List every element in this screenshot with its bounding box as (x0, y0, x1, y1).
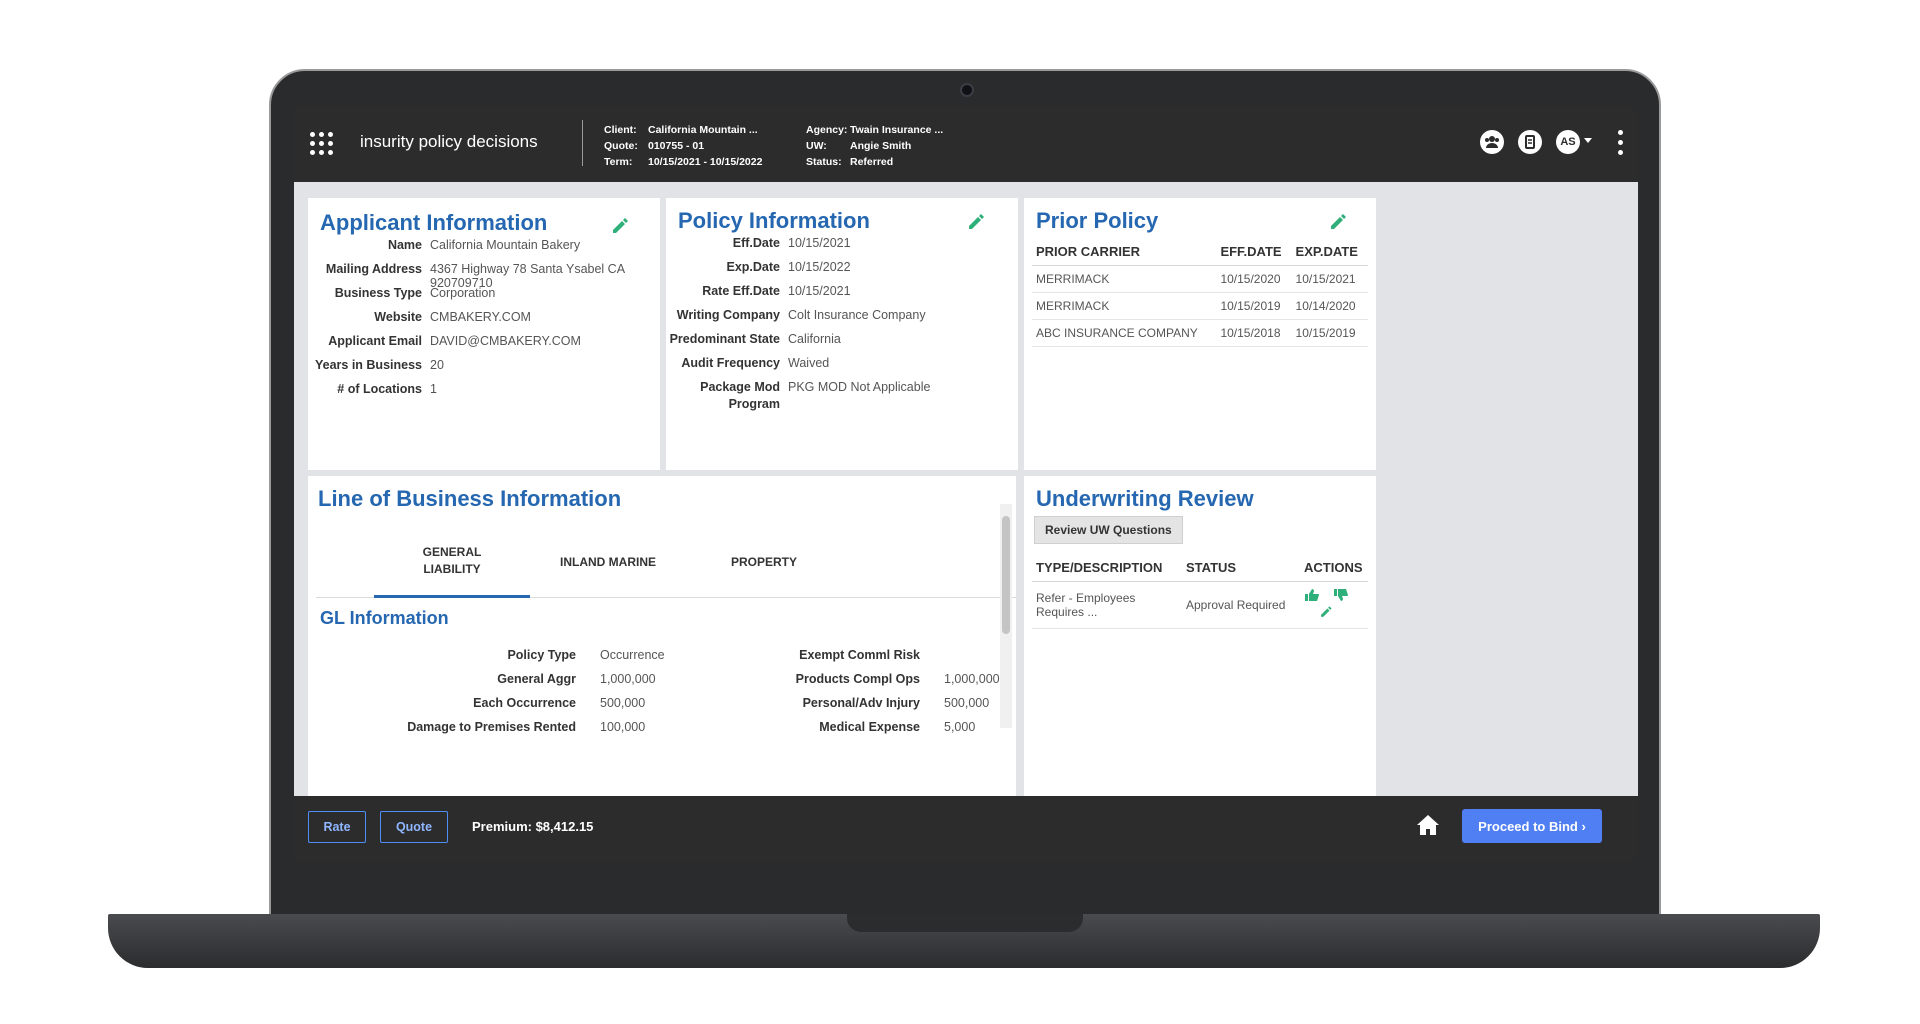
table-row[interactable]: Refer - Employees Requires ... Approval … (1032, 581, 1368, 629)
table-row[interactable]: ABC INSURANCE COMPANY 10/15/2018 10/15/2… (1032, 319, 1368, 347)
app-screen: insurity policy decisions Client: Califor… (294, 106, 1638, 862)
app-title: insurity policy decisions (360, 132, 538, 151)
camera-icon (960, 83, 974, 97)
edit-icon[interactable] (610, 216, 630, 236)
table-row[interactable]: MERRIMACK 10/15/2020 10/15/2021 (1032, 265, 1368, 293)
table-row[interactable]: MERRIMACK 10/15/2019 10/14/2020 (1032, 292, 1368, 320)
tab-property[interactable]: PROPERTY (686, 526, 842, 598)
quote-meta-right: Agency: Twain Insurance ... UW: Angie Smit… (806, 122, 943, 170)
proceed-to-bind-button[interactable]: Proceed to Bind › (1462, 809, 1602, 843)
premium-total: Premium: $8,412.15 (472, 819, 594, 834)
table-header: PRIOR CARRIER EFF.DATE EXP.DATE (1032, 238, 1368, 266)
edit-icon[interactable] (966, 212, 986, 232)
review-uw-questions-button[interactable]: Review UW Questions (1034, 516, 1183, 544)
quote-button[interactable]: Quote (380, 811, 448, 843)
meta-uw: UW: Angie Smith (806, 140, 912, 152)
panel-title: Underwriting Review (1036, 486, 1254, 511)
rate-button[interactable]: Rate (308, 811, 366, 843)
actions-cell (1300, 581, 1368, 629)
header-divider (582, 120, 583, 166)
thumbs-up-icon[interactable] (1304, 588, 1320, 602)
footer-bar: Rate Quote Premium: $8,412.15 Proceed to… (294, 796, 1638, 862)
chevron-down-icon[interactable] (1584, 138, 1592, 143)
lob-tabs: GENERAL LIABILITY INLAND MARINE PROPERTY (316, 526, 1016, 598)
line-of-business-panel: Line of Business Information GENERAL LIAB… (308, 476, 1016, 796)
tab-inland-marine[interactable]: INLAND MARINE (530, 526, 686, 598)
edit-icon[interactable] (1328, 212, 1348, 232)
meta-quote: Quote: 010755 - 01 (604, 140, 705, 152)
quote-meta-left: Client: California Mountain ... Quote: 010… (604, 122, 762, 170)
prior-policy-panel: Prior Policy PRIOR CARRIER EFF.DATE EXP.… (1024, 198, 1376, 470)
thumbs-down-icon[interactable] (1333, 588, 1349, 602)
prior-policy-table: PRIOR CARRIER EFF.DATE EXP.DATE MERRIMAC… (1032, 238, 1368, 347)
meta-client: Client: California Mountain ... (604, 124, 758, 136)
more-icon[interactable] (1618, 130, 1624, 156)
edit-icon[interactable] (1318, 605, 1334, 619)
lob-scrollbar[interactable] (1000, 504, 1012, 728)
avatar[interactable]: AS (1556, 130, 1580, 154)
meta-agency: Agency: Twain Insurance ... (806, 124, 944, 136)
meta-status: Status: Referred (806, 156, 894, 168)
notes-icon[interactable] (1518, 130, 1542, 154)
panel-title: Applicant Information (320, 210, 548, 235)
applicant-info-panel: Applicant Information Name California Mo… (308, 198, 660, 470)
uw-review-table: TYPE/DESCRIPTION STATUS ACTIONS Refer - … (1032, 554, 1368, 629)
policy-info-panel: Policy Information Eff.Date 10/15/2021 E… (666, 198, 1018, 470)
underwriting-review-panel: Underwriting Review Review UW Questions … (1024, 476, 1376, 796)
table-header: TYPE/DESCRIPTION STATUS ACTIONS (1032, 554, 1368, 582)
app-grid-icon[interactable] (310, 132, 334, 156)
meta-term: Term: 10/15/2021 - 10/15/2022 (604, 156, 763, 168)
panel-title: Line of Business Information (318, 486, 622, 511)
chevron-right-icon: › (1581, 818, 1586, 834)
scrollbar-thumb[interactable] (1002, 516, 1010, 634)
top-header: insurity policy decisions Client: Califor… (294, 106, 1638, 182)
laptop-notch (847, 914, 1083, 932)
users-icon[interactable] (1480, 130, 1504, 154)
panel-title: Prior Policy (1036, 208, 1159, 233)
panel-title: Policy Information (678, 208, 870, 233)
home-icon[interactable] (1416, 814, 1440, 836)
tab-general-liability[interactable]: GENERAL LIABILITY (374, 526, 530, 598)
gl-info-title: GL Information (320, 608, 449, 628)
